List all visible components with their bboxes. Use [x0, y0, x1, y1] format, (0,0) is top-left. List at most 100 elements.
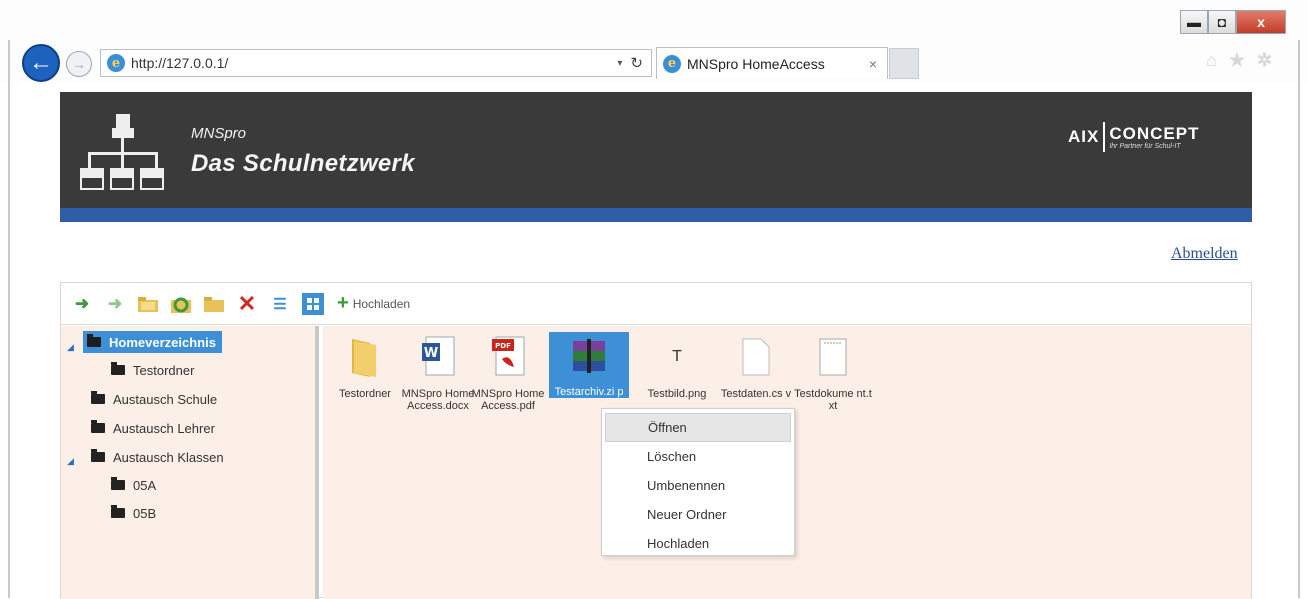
- ie-page-icon: e: [107, 54, 125, 72]
- network-logo-icon: [80, 114, 164, 190]
- menu-item-upload[interactable]: Hochladen: [605, 529, 791, 558]
- word-badge: W: [424, 346, 438, 361]
- logout-link[interactable]: Abmelden: [1171, 245, 1238, 263]
- file-name: MNSpro Home Access.pdf: [471, 388, 545, 412]
- browser-toolbar-right: ⌂ ★ ✲: [1206, 50, 1272, 71]
- file-item[interactable]: Testdaten.cs v: [716, 334, 796, 400]
- browser-tab[interactable]: e MNSpro HomeAccess ×: [656, 47, 888, 79]
- folder-icon: [87, 334, 101, 347]
- file-name: Testarchiv.zi p: [554, 386, 624, 398]
- url-text[interactable]: http://127.0.0.1/: [131, 55, 617, 71]
- file-item-selected[interactable]: Testarchiv.zi p: [549, 332, 629, 398]
- header-stripe: [60, 208, 1252, 222]
- window-border-right: [1298, 40, 1300, 598]
- expand-caret-icon[interactable]: ◢: [67, 342, 74, 353]
- favorites-star-icon[interactable]: ★: [1229, 50, 1245, 71]
- brand-right: CONCEPT: [1109, 123, 1200, 143]
- product-name: MNSpro: [191, 125, 247, 142]
- tree-item-label: Testordner: [133, 362, 195, 378]
- tree-item-label: 05B: [133, 505, 157, 521]
- open-folder-icon[interactable]: [137, 293, 159, 315]
- csv-file-icon: [736, 334, 776, 380]
- file-item[interactable]: W MNSpro Home Access.docx: [398, 334, 478, 412]
- forward-arrow-icon[interactable]: ➜: [104, 293, 126, 315]
- aixconcept-logo: AIX CONCEPT Ihr Partner für Schul-IT: [1068, 122, 1199, 152]
- tree-item-testordner[interactable]: Testordner: [111, 359, 194, 381]
- file-item[interactable]: Testordner: [325, 334, 405, 400]
- new-tab-button[interactable]: [889, 48, 919, 79]
- menu-item-rename[interactable]: Umbenennen: [605, 471, 791, 500]
- list-view-icon[interactable]: ☰: [269, 293, 291, 315]
- upload-label: Hochladen: [352, 296, 411, 311]
- browser-window: ▬ ◘ x ← → e http://127.0.0.1/ ▾ ↻ e MNSp…: [0, 0, 1308, 599]
- minimize-button[interactable]: ▬: [1180, 10, 1208, 34]
- word-document-icon: W: [418, 334, 458, 380]
- upload-button[interactable]: + Hochladen: [337, 292, 410, 315]
- tree-item-label: Homeverzeichnis: [109, 334, 216, 350]
- image-file-icon: T: [672, 348, 682, 365]
- app-title: Das Schulnetzwerk: [191, 150, 415, 177]
- new-folder-icon[interactable]: [203, 293, 225, 315]
- folder-icon: [345, 334, 385, 380]
- pdf-document-icon: PDF: [488, 334, 528, 380]
- back-arrow-icon: ←: [29, 49, 53, 76]
- refresh-icon[interactable]: ↻: [630, 54, 643, 72]
- file-name: Testbild.png: [647, 388, 707, 400]
- maximize-button[interactable]: ◘: [1208, 10, 1236, 34]
- file-name: Testdaten.cs v: [720, 388, 792, 400]
- expand-caret-icon[interactable]: ◢: [67, 456, 74, 467]
- tree-item-05b[interactable]: 05B: [111, 502, 156, 524]
- window-border-left: [8, 40, 10, 598]
- tab-ie-icon: e: [663, 54, 681, 73]
- delete-icon[interactable]: ✕: [236, 291, 258, 316]
- folder-icon: [111, 505, 125, 518]
- forward-button[interactable]: →: [66, 51, 92, 77]
- tree-item-label: 05A: [133, 477, 157, 493]
- tree-item-05a[interactable]: 05A: [111, 474, 156, 496]
- tree-item-label: Austausch Klassen: [113, 449, 224, 465]
- refresh-icon[interactable]: [170, 293, 192, 315]
- tree-item-austausch-schule[interactable]: Austausch Schule: [91, 388, 217, 410]
- text-file-icon: [813, 334, 853, 380]
- file-name: MNSpro Home Access.docx: [401, 388, 475, 412]
- forward-arrow-icon: →: [72, 56, 86, 72]
- home-icon[interactable]: ⌂: [1206, 50, 1217, 71]
- file-item[interactable]: T Testbild.png: [637, 334, 717, 400]
- brand-left: AIX: [1068, 127, 1100, 146]
- brand-divider: [1103, 122, 1106, 152]
- window-controls: ▬ ◘ x: [1180, 10, 1286, 36]
- tree-item-austausch-klassen[interactable]: Austausch Klassen: [91, 446, 224, 468]
- file-toolbar: ➜ ➜ ✕ ☰ + Hochladen: [61, 283, 1251, 325]
- folder-icon: [111, 362, 125, 375]
- back-button[interactable]: ←: [22, 44, 60, 82]
- context-menu: Öffnen Löschen Umbenennen Neuer Ordner H…: [601, 408, 795, 556]
- address-bar[interactable]: e http://127.0.0.1/ ▾ ↻: [100, 49, 652, 77]
- folder-icon: [91, 391, 105, 404]
- tree-item-label: Austausch Schule: [113, 391, 218, 407]
- menu-item-delete[interactable]: Löschen: [605, 442, 791, 471]
- back-arrow-icon[interactable]: ➜: [71, 293, 93, 315]
- archive-icon: [569, 332, 609, 378]
- close-window-button[interactable]: x: [1236, 10, 1286, 34]
- plus-icon: +: [337, 292, 349, 314]
- menu-item-new-folder[interactable]: Neuer Ordner: [605, 500, 791, 529]
- folder-icon: [111, 477, 125, 490]
- menu-item-open[interactable]: Öffnen: [605, 413, 791, 442]
- brand-tagline: Ihr Partner für Schul-IT: [1109, 142, 1181, 150]
- tree-item-austausch-lehrer[interactable]: Austausch Lehrer: [91, 417, 215, 439]
- folder-icon: [91, 420, 105, 433]
- folder-icon: [91, 449, 105, 462]
- folder-tree: ◢ Homeverzeichnis Testordner Austausch S…: [61, 326, 319, 599]
- file-name: Testdokume nt.txt: [794, 388, 872, 412]
- tab-close-icon[interactable]: ×: [869, 56, 877, 72]
- file-item[interactable]: Testdokume nt.txt: [793, 334, 873, 412]
- tree-item-label: Austausch Lehrer: [113, 420, 215, 436]
- tile-view-icon[interactable]: [302, 292, 324, 315]
- pdf-badge: PDF: [495, 342, 511, 350]
- address-dropdown-icon[interactable]: ▾: [617, 58, 622, 69]
- settings-gear-icon[interactable]: ✲: [1257, 50, 1272, 71]
- tree-item-homeverzeichnis[interactable]: Homeverzeichnis: [83, 331, 222, 353]
- file-name: Testordner: [339, 388, 391, 400]
- tab-title: MNSpro HomeAccess: [687, 55, 825, 72]
- file-item[interactable]: PDF MNSpro Home Access.pdf: [468, 334, 548, 412]
